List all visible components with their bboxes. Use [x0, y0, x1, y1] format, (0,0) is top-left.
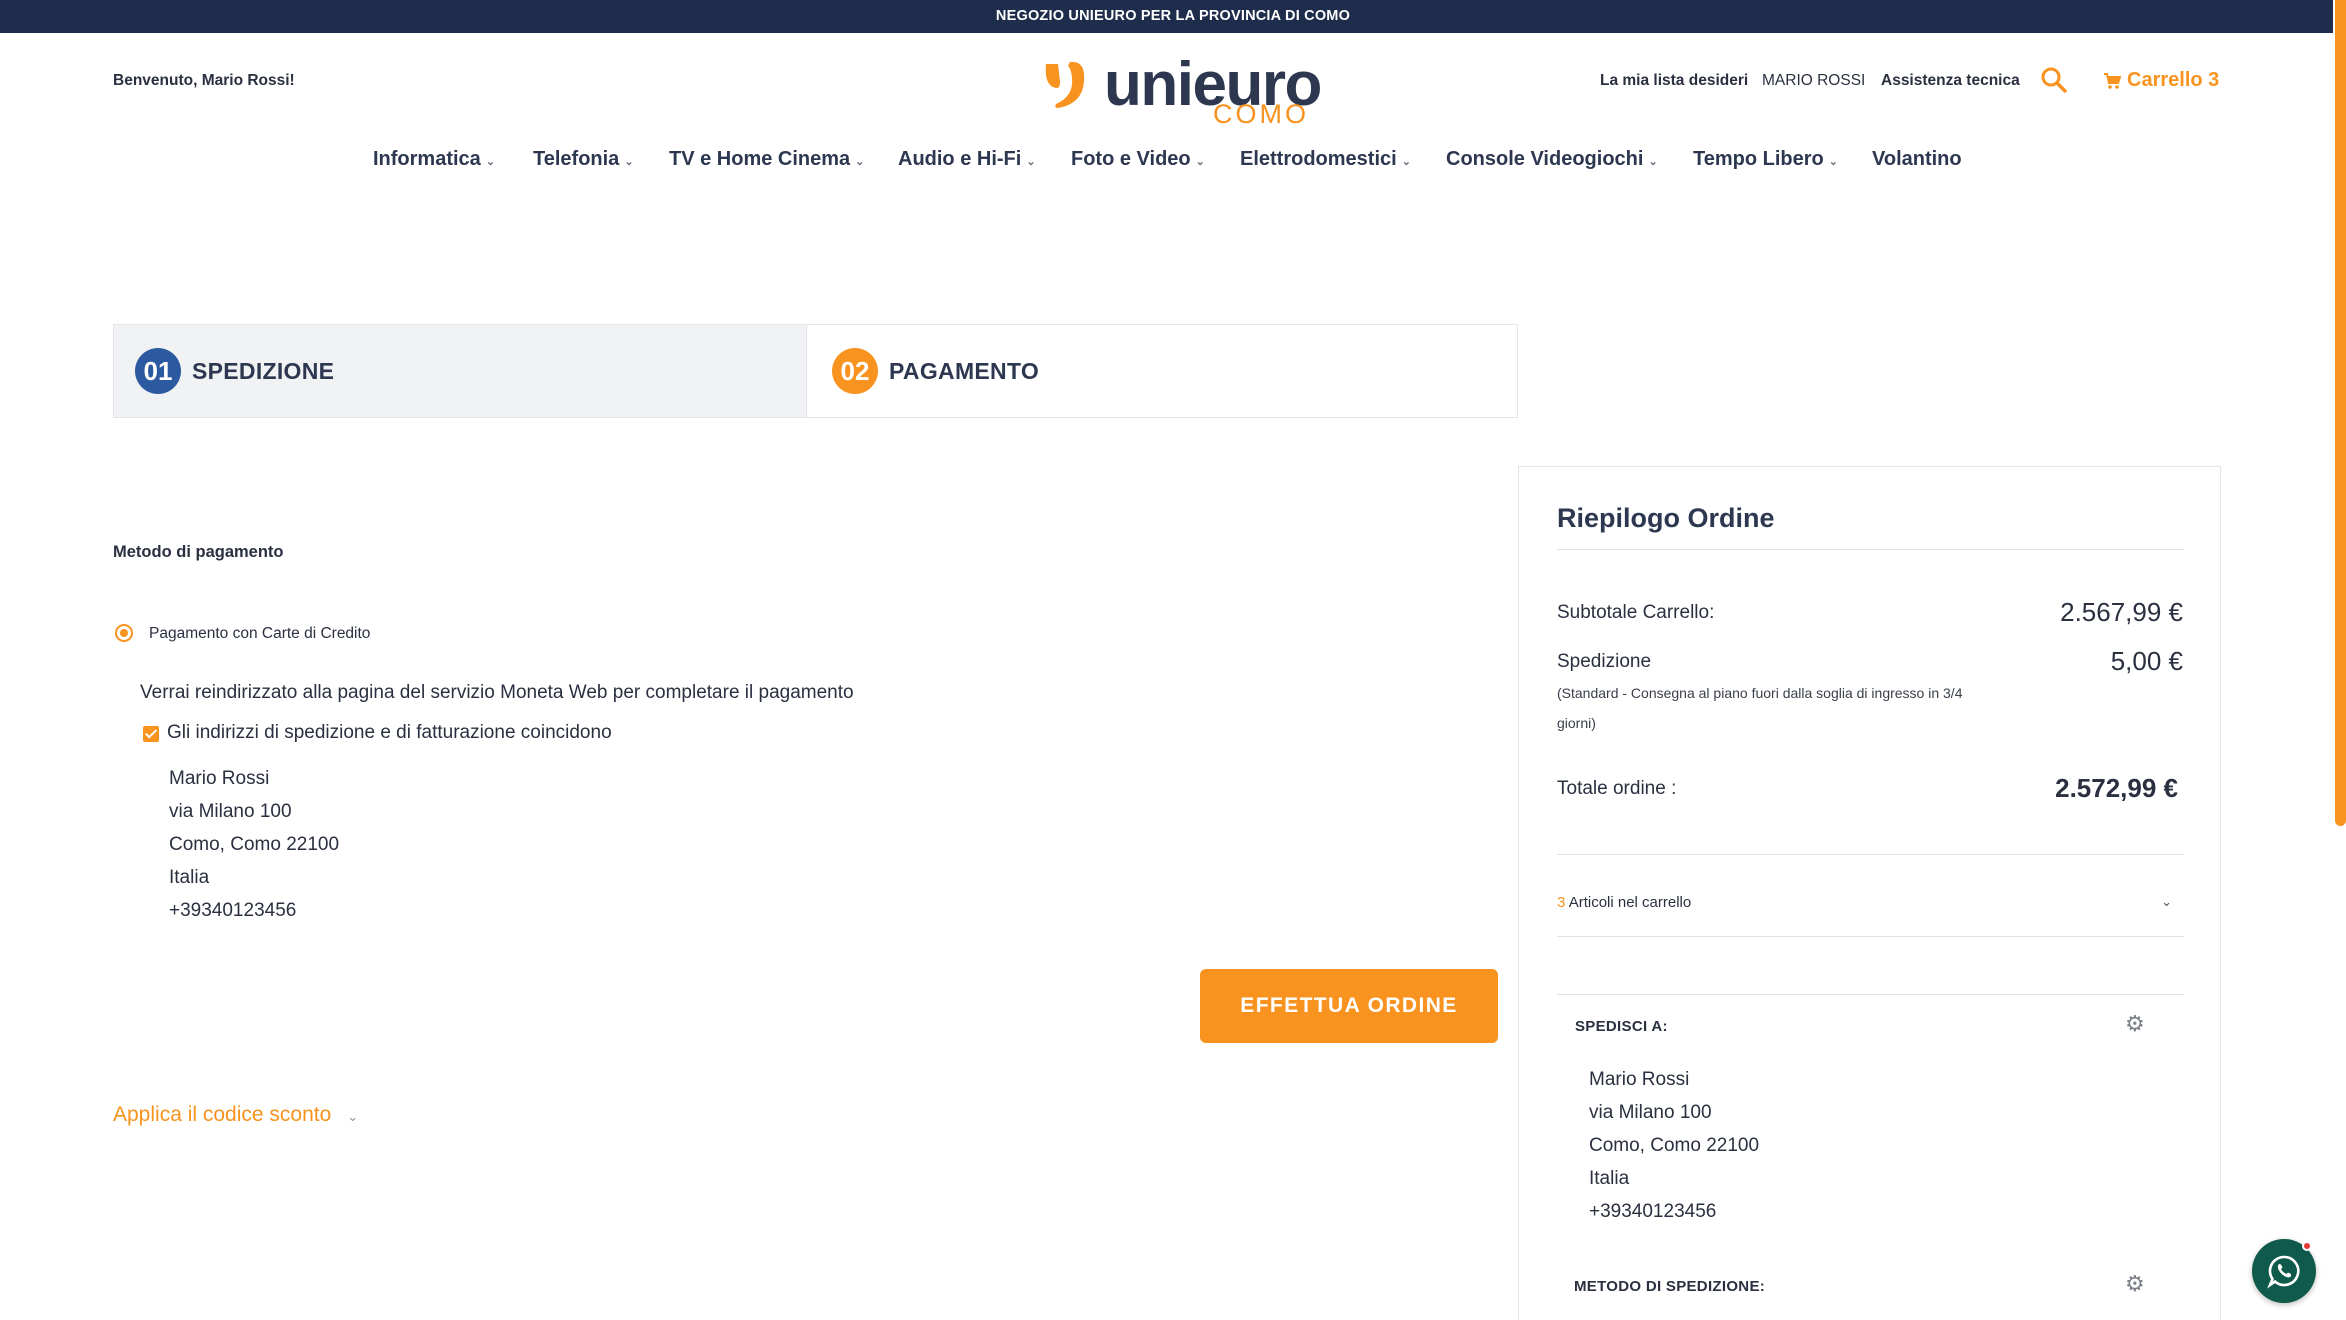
checkout-steps: 01 SPEDIZIONE 02 PAGAMENTO — [113, 324, 1518, 418]
wishlist-link[interactable]: La mia lista desideri — [1600, 72, 1748, 90]
nav-label: Elettrodomestici — [1240, 148, 1397, 170]
address-line: via Milano 100 — [169, 801, 292, 822]
nav-label: Audio e Hi-Fi — [898, 148, 1022, 170]
step-number: 02 — [832, 348, 878, 394]
divider — [1557, 994, 2184, 995]
user-account-link[interactable]: MARIO ROSSI — [1762, 72, 1865, 90]
address-line: +39340123456 — [1589, 1201, 1717, 1222]
address-line: Mario Rossi — [1589, 1069, 1690, 1090]
nav-item-foto-video[interactable]: Foto e Video ⌄ — [1071, 148, 1205, 171]
cart-label: Carrello 3 — [2127, 69, 2220, 91]
tech-support-link[interactable]: Assistenza tecnica — [1881, 72, 2020, 90]
welcome-message: Benvenuto, Mario Rossi! — [113, 72, 295, 89]
discount-label: Applica il codice sconto — [113, 1103, 332, 1126]
address-line: Italia — [1589, 1168, 1630, 1189]
chevron-down-icon: ⌄ — [1401, 156, 1411, 168]
address-line: Como, Como 22100 — [1589, 1135, 1760, 1156]
shipping-method-heading: METODO DI SPEDIZIONE: — [1574, 1278, 1766, 1295]
nav-item-elettrodomestici[interactable]: Elettrodomestici ⌄ — [1240, 148, 1411, 171]
chevron-down-icon: ⌄ — [1648, 156, 1658, 168]
cart-icon — [2104, 72, 2121, 89]
ship-to-heading: SPEDISCI A: — [1575, 1018, 1668, 1035]
chevron-down-icon: ⌄ — [1828, 156, 1838, 168]
whatsapp-icon — [2267, 1255, 2300, 1289]
address-line: +39340123456 — [169, 900, 297, 921]
nav-label: Tempo Libero — [1693, 148, 1824, 170]
gear-icon[interactable]: ⚙ — [2125, 1271, 2145, 1297]
cart-link[interactable]: Carrello 3 — [2103, 69, 2219, 92]
nav-item-audio-hifi[interactable]: Audio e Hi-Fi ⌄ — [898, 148, 1036, 171]
chevron-down-icon: ⌄ — [347, 1108, 359, 1124]
same-address-label[interactable]: Gli indirizzi di spedizione e di fattura… — [167, 722, 612, 744]
step-label: SPEDIZIONE — [192, 357, 335, 384]
store-banner: NEGOZIO UNIEURO PER LA PROVINCIA DI COMO — [0, 0, 2346, 33]
shipping-label: Spedizione — [1557, 651, 1652, 672]
nav-item-tempo-libero[interactable]: Tempo Libero ⌄ — [1693, 148, 1838, 171]
step-pagamento[interactable]: 02 PAGAMENTO — [807, 325, 1517, 417]
redirect-notice: Verrai reindirizzato alla pagina del ser… — [140, 682, 854, 703]
shipping-note: (Standard - Consegna al piano fuori dall… — [1557, 685, 1963, 731]
total-label: Totale ordine : — [1557, 778, 1677, 799]
nav-label: Telefonia — [533, 148, 620, 170]
summary-title: Riepilogo Ordine — [1557, 503, 1775, 533]
address-line: Italia — [169, 867, 210, 888]
address-line: Mario Rossi — [169, 768, 270, 789]
place-order-button[interactable]: EFFETTUA ORDINE — [1200, 969, 1498, 1043]
address-line: via Milano 100 — [1589, 1102, 1712, 1123]
step-number: 01 — [135, 348, 181, 394]
logo-city: COMO — [1213, 99, 1309, 129]
items-count: 3 — [1557, 894, 1566, 911]
nav-item-telefonia[interactable]: Telefonia ⌄ — [533, 148, 634, 171]
billing-address: Mario Rossi via Milano 100 Como, Como 22… — [169, 762, 339, 927]
total-value: 2.572,99 € — [2055, 773, 2178, 803]
shipping-address: Mario Rossi via Milano 100 Como, Como 22… — [1589, 1063, 1759, 1228]
divider — [1557, 936, 2184, 937]
divider — [1557, 854, 2184, 855]
nav-item-console-videogiochi[interactable]: Console Videogiochi ⌄ — [1446, 148, 1658, 171]
nav-label: Foto e Video — [1071, 148, 1191, 170]
chevron-down-icon: ⌄ — [1026, 156, 1036, 168]
nav-label: Console Videogiochi — [1446, 148, 1644, 170]
nav-label: Volantino — [1872, 148, 1962, 170]
credit-card-radio-label[interactable]: Pagamento con Carte di Credito — [149, 625, 370, 643]
chevron-down-icon: ⌄ — [1195, 156, 1205, 168]
nav-label: TV e Home Cinema — [669, 148, 851, 170]
gear-icon[interactable]: ⚙ — [2125, 1011, 2145, 1037]
items-label: Articoli nel carrello — [1568, 894, 1692, 911]
chevron-down-icon: ⌄ — [855, 156, 865, 168]
logo-mark-icon — [1045, 61, 1085, 108]
payment-method-title: Metodo di pagamento — [113, 543, 284, 561]
chevron-down-icon: ⌄ — [485, 156, 496, 168]
nav-item-informatica[interactable]: Informatica ⌄ — [373, 148, 495, 171]
credit-card-radio[interactable] — [115, 624, 133, 642]
subtotal-label: Subtotale Carrello: — [1557, 602, 1715, 623]
nav-item-tv-home-cinema[interactable]: TV e Home Cinema ⌄ — [669, 148, 864, 171]
shipping-value: 5,00 € — [2110, 646, 2183, 676]
search-icon — [2041, 67, 2067, 93]
step-spedizione[interactable]: 01 SPEDIZIONE — [114, 325, 807, 417]
discount-code-toggle[interactable]: Applica il codice sconto ⌄ — [113, 1103, 358, 1127]
nav-item-volantino[interactable]: Volantino — [1872, 148, 1962, 171]
cart-items-toggle[interactable]: 3 Articoli nel carrello ⌄ — [1557, 894, 2184, 911]
nav-label: Informatica — [373, 148, 481, 170]
subtotal-value: 2.567,99 € — [2060, 597, 2183, 627]
unieuro-logo[interactable]: unieuro COMO — [1040, 54, 1322, 129]
notification-dot — [2302, 1241, 2312, 1251]
step-label: PAGAMENTO — [889, 357, 1040, 384]
divider — [1557, 549, 2184, 550]
chevron-down-icon: ⌄ — [624, 156, 634, 168]
order-summary: Riepilogo Ordine Subtotale Carrello: 2.5… — [1518, 466, 2221, 1320]
same-address-checkbox[interactable] — [143, 726, 159, 742]
scrollbar-thumb[interactable] — [2335, 0, 2346, 826]
chevron-down-icon: ⌄ — [2161, 894, 2172, 909]
address-line: Como, Como 22100 — [169, 834, 340, 855]
search-button[interactable] — [2040, 66, 2068, 94]
main-navigation: Informatica ⌄ Telefonia ⌄ TV e Home Cinema… — [0, 148, 2346, 178]
